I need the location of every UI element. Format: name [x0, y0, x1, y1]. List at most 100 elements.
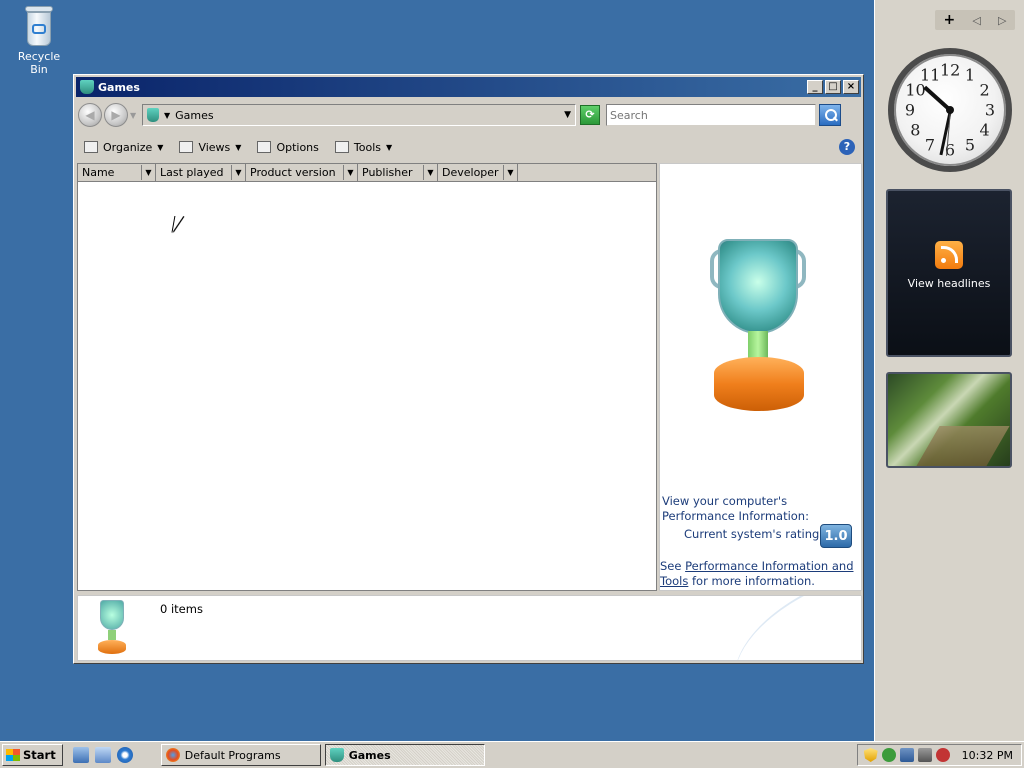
clock-numeral: 7	[924, 135, 936, 155]
close-button[interactable]: ×	[843, 80, 859, 94]
chevron-down-icon: ▼	[386, 142, 393, 152]
games-list[interactable]: Name ▼ Last played ▼ Product version ▼ P…	[77, 163, 657, 591]
caption-buttons: _ □ ×	[807, 80, 861, 94]
chevron-down-icon[interactable]: ▼	[423, 165, 437, 180]
maximize-button[interactable]: □	[825, 80, 841, 94]
details-pane: 0 items	[77, 595, 862, 661]
column-label: Last played	[160, 166, 224, 179]
add-gadget-button[interactable]: +	[944, 12, 956, 28]
back-button[interactable]: ◀	[78, 103, 102, 127]
decorative-swoosh	[712, 596, 860, 660]
task-label: Games	[348, 748, 391, 762]
see-suffix: for more information.	[688, 574, 815, 588]
start-button[interactable]: Start	[2, 744, 63, 766]
next-gadgets-button[interactable]: ▷	[998, 14, 1006, 27]
recycle-bin[interactable]: Recycle Bin	[8, 4, 70, 76]
task-games[interactable]: Games	[324, 744, 485, 766]
games-trophy-icon	[80, 80, 94, 94]
chevron-down-icon[interactable]: ▼	[503, 165, 517, 180]
options-button[interactable]: Options	[251, 139, 324, 156]
tools-button[interactable]: Tools ▼	[329, 139, 398, 156]
address-dropdown-icon[interactable]: ▼	[564, 110, 571, 120]
prev-gadgets-button[interactable]: ◁	[972, 14, 980, 27]
tools-label: Tools	[353, 140, 381, 154]
network-disconnected-icon[interactable]	[917, 748, 932, 762]
quick-launch	[72, 747, 133, 763]
network-icon[interactable]	[899, 748, 914, 762]
views-icon	[179, 141, 194, 153]
clock-center	[946, 106, 954, 114]
chevron-down-icon[interactable]: ▼	[141, 165, 155, 180]
chevron-down-icon[interactable]: ▼	[231, 165, 245, 180]
switch-windows-icon[interactable]	[94, 747, 111, 763]
slideshow-gadget[interactable]	[886, 372, 1012, 468]
games-window: Games _ □ × ◀ ▶ ▼ ▼ Games ▼ ⟳ Organize ▼…	[73, 74, 864, 664]
recent-pages-dropdown[interactable]: ▼	[130, 111, 140, 120]
organize-icon	[84, 141, 98, 153]
mouse-cursor-icon	[172, 216, 184, 232]
clock-gadget[interactable]: 11 10 9 8 7 6 5 4 3 2 1 12	[888, 48, 1012, 172]
preview-pane: View your computer's Performance Informa…	[659, 163, 862, 591]
column-developer[interactable]: Developer ▼	[438, 164, 518, 181]
start-label: Start	[23, 748, 56, 762]
feed-headlines-gadget[interactable]: View headlines	[886, 189, 1012, 357]
games-trophy-icon	[96, 600, 128, 656]
window-title: Games	[98, 80, 140, 94]
task-label: Default Programs	[184, 748, 281, 762]
address-bar: ◀ ▶ ▼ ▼ Games ▼ ⟳	[78, 100, 859, 130]
recycle-bin-label: Recycle Bin	[17, 50, 61, 76]
internet-explorer-icon[interactable]	[116, 747, 133, 763]
title-bar[interactable]: Games _ □ ×	[76, 77, 861, 97]
tools-icon	[334, 141, 349, 153]
rss-icon	[935, 241, 963, 269]
windows-logo-icon	[6, 749, 20, 761]
see-performance-text: See Performance Information and Tools fo…	[660, 559, 860, 589]
chevron-down-icon[interactable]: ▼	[343, 165, 357, 180]
column-product-version[interactable]: Product version ▼	[246, 164, 358, 181]
chevron-down-icon: ▼	[235, 142, 242, 152]
column-label: Name	[82, 166, 115, 179]
address-field[interactable]: ▼ Games ▼	[142, 104, 576, 126]
performance-info-text: View your computer's Performance Informa…	[662, 494, 809, 523]
default-programs-icon	[165, 748, 180, 762]
help-button[interactable]: ?	[839, 139, 855, 155]
column-headers: Name ▼ Last played ▼ Product version ▼ P…	[78, 164, 656, 182]
options-icon	[257, 141, 272, 153]
command-bar: Organize ▼ Views ▼ Options Tools ▼ ?	[78, 133, 859, 161]
task-default-programs[interactable]: Default Programs	[160, 744, 321, 766]
column-label: Developer	[442, 166, 499, 179]
volume-muted-icon[interactable]	[935, 748, 950, 762]
taskbar-clock[interactable]: 10:32 PM	[962, 749, 1013, 762]
games-trophy-illustration	[710, 239, 820, 414]
item-count: 0 items	[160, 602, 203, 616]
options-label: Options	[276, 140, 319, 154]
views-button[interactable]: Views ▼	[173, 139, 247, 156]
rating-badge[interactable]: 1.0	[820, 524, 852, 548]
clock-numeral: 9	[904, 100, 916, 120]
security-check-icon[interactable]	[881, 748, 896, 762]
see-prefix: See	[660, 559, 686, 573]
recycle-bin-icon	[22, 4, 56, 48]
breadcrumb-separator-icon[interactable]: ▼	[164, 111, 170, 120]
column-publisher[interactable]: Publisher ▼	[358, 164, 438, 181]
games-location-icon	[147, 108, 159, 122]
minimize-button[interactable]: _	[807, 80, 823, 94]
sidebar-controls: + ◁ ▷	[935, 10, 1015, 30]
security-shield-icon[interactable]	[863, 748, 878, 762]
search-button[interactable]	[819, 104, 841, 126]
refresh-button[interactable]: ⟳	[580, 105, 600, 125]
forward-button[interactable]: ▶	[104, 103, 128, 127]
organize-label: Organize	[103, 140, 153, 154]
organize-button[interactable]: Organize ▼	[78, 139, 169, 156]
search-input[interactable]	[606, 104, 816, 126]
taskbar: Start Default Programs Games 10:32 PM	[0, 741, 1024, 768]
forest-path-image	[916, 426, 1010, 466]
column-label: Publisher	[362, 166, 413, 179]
clock-numeral: 1	[964, 65, 976, 85]
rating-label: Current system's rating:	[684, 527, 824, 541]
column-last-played[interactable]: Last played ▼	[156, 164, 246, 181]
show-desktop-icon[interactable]	[72, 747, 89, 763]
column-name[interactable]: Name ▼	[78, 164, 156, 181]
feed-title[interactable]: View headlines	[888, 277, 1010, 290]
clock-numeral: 4	[979, 120, 990, 140]
